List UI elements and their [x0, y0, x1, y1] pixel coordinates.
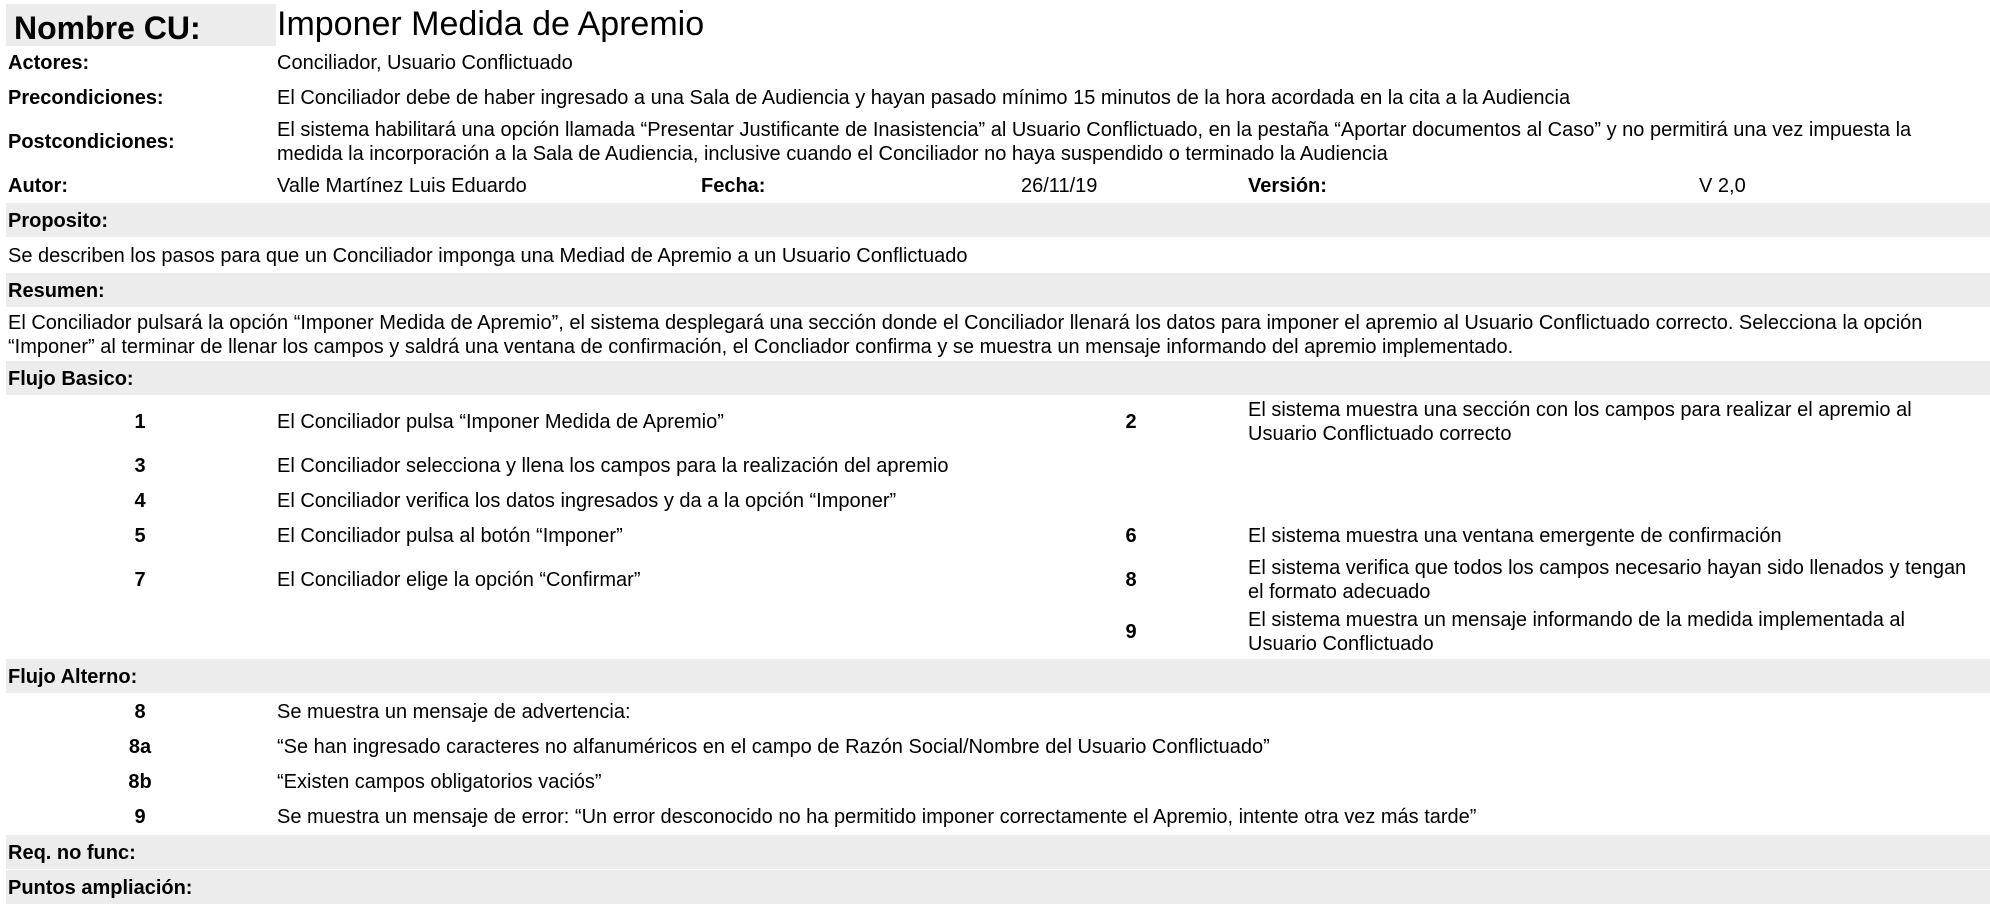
basic-step-number: 6: [1125, 525, 1137, 547]
version-label: Versión:: [1248, 175, 1327, 197]
basic-step-number: 3: [134, 455, 146, 477]
proposito-text: Se describen los pasos para que un Conci…: [8, 245, 968, 267]
postcondiciones-label: Postcondiciones:: [8, 131, 175, 153]
req-no-func-row: Req. no func:: [6, 835, 1990, 869]
basic-step-actor-text: El Conciliador selecciona y llena los ca…: [277, 455, 949, 477]
resumen-text: El Conciliador pulsará la opción “Impone…: [8, 312, 1923, 358]
fecha-label: Fecha:: [701, 175, 766, 197]
use-case-document: Nombre CU: Imponer Medida de Apremio Act…: [0, 0, 1990, 912]
alt-step-text: “Se han ingresado caracteres no alfanumé…: [277, 736, 1270, 758]
basic-step-number: 7: [134, 569, 146, 591]
alt-step-number: 8a: [128, 736, 152, 758]
puntos-ampliacion-label: Puntos ampliación:: [8, 877, 193, 899]
alt-step-text: Se muestra un mensaje de advertencia:: [277, 701, 631, 723]
flujo-basico-header-row: Flujo Basico:: [6, 361, 1990, 395]
basic-step-system-text: El sistema muestra una ventana emergente…: [1248, 525, 1782, 547]
basic-step-system-text: El sistema muestra un mensaje informando…: [1248, 609, 1906, 655]
fecha-value: 26/11/19: [1021, 175, 1098, 197]
basic-step-number: 9: [1125, 621, 1137, 643]
precondiciones-label: Precondiciones:: [8, 87, 164, 109]
alt-step-text: Se muestra un mensaje de error: “Un erro…: [277, 806, 1477, 828]
flujo-alterno-label: Flujo Alterno:: [8, 666, 138, 688]
basic-step-actor-text: El Conciliador pulsa “Imponer Medida de …: [277, 411, 724, 433]
precondiciones-value: El Conciliador debe de haber ingresado a…: [277, 87, 1571, 109]
proposito-label: Proposito:: [8, 210, 108, 232]
basic-step-actor-text: El Conciliador pulsa al botón “Imponer”: [277, 525, 623, 547]
actores-label: Actores:: [8, 52, 90, 74]
basic-step-system-text: El sistema muestra una sección con los c…: [1248, 399, 1912, 445]
alt-step-number: 8b: [128, 771, 152, 793]
proposito-header-row: Proposito:: [6, 203, 1990, 237]
alt-step-number: 9: [134, 806, 146, 828]
nombre-cu-label: Nombre CU:: [14, 10, 201, 46]
use-case-title: Imponer Medida de Apremio: [277, 5, 705, 43]
basic-step-number: 5: [134, 525, 146, 547]
basic-step-number: 2: [1125, 411, 1137, 433]
postcondiciones-value: El sistema habilitará una opción llamada…: [277, 119, 1912, 165]
version-value: V 2,0: [1699, 175, 1746, 197]
autor-label: Autor:: [8, 175, 68, 197]
basic-step-number: 1: [134, 411, 146, 433]
basic-step-actor-text: El Conciliador verifica los datos ingres…: [277, 490, 897, 512]
puntos-ampliacion-row: Puntos ampliación:: [6, 870, 1990, 904]
resumen-header-row: Resumen:: [6, 273, 1990, 307]
basic-step-number: 4: [134, 490, 146, 512]
autor-value: Valle Martínez Luis Eduardo: [277, 175, 527, 197]
flujo-basico-label: Flujo Basico:: [8, 368, 134, 390]
alt-step-number: 8: [134, 701, 146, 723]
basic-step-number: 8: [1125, 569, 1137, 591]
basic-step-system-text: El sistema verifica que todos los campos…: [1248, 557, 1967, 603]
alt-step-text: “Existen campos obligatorios vaciós”: [277, 771, 602, 793]
basic-step-actor-text: El Conciliador elige la opción “Confirma…: [277, 569, 641, 591]
resumen-label: Resumen:: [8, 280, 105, 302]
flujo-alterno-header-row: Flujo Alterno:: [6, 659, 1990, 693]
req-no-func-label: Req. no func:: [8, 842, 136, 864]
nombre-cu-label-cell: Nombre CU:: [6, 4, 276, 46]
actores-value: Conciliador, Usuario Conflictuado: [277, 52, 573, 74]
